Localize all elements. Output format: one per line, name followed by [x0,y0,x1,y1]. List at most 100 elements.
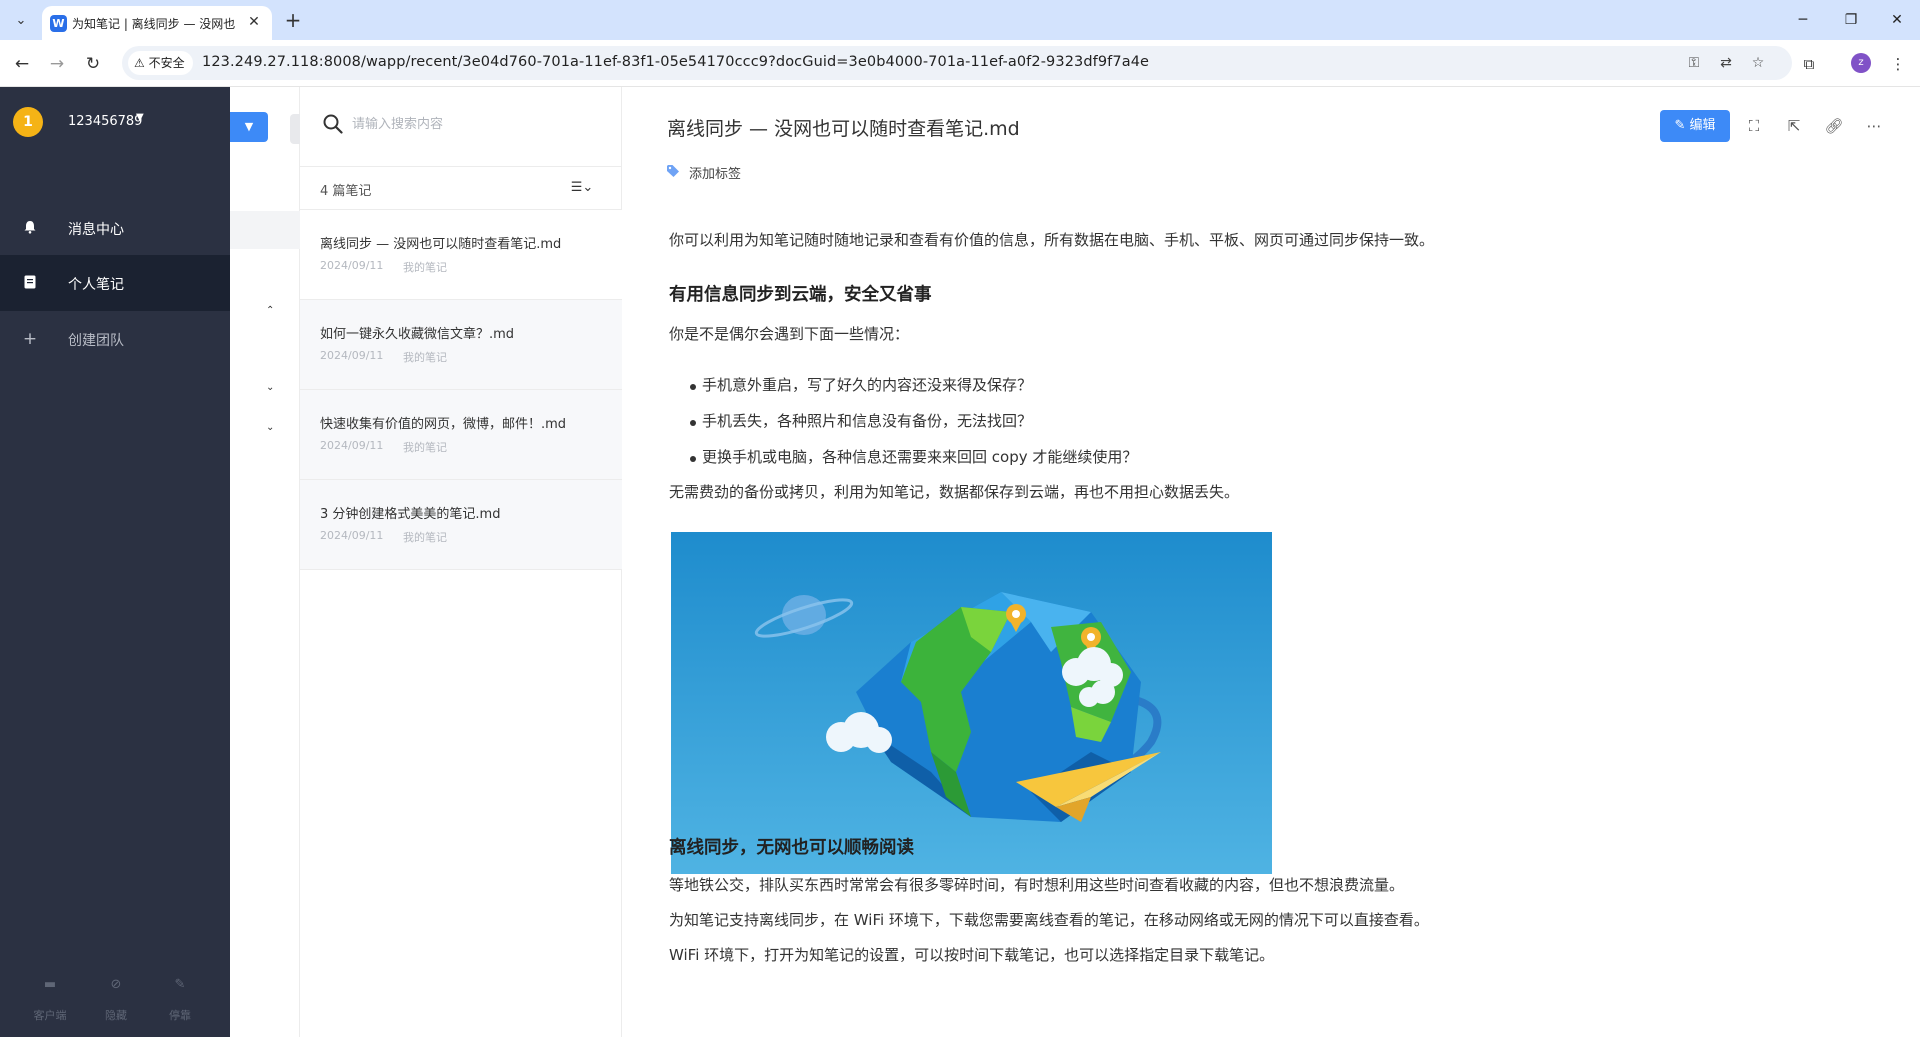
sidebar-bottom-label: 隐藏 [105,1009,127,1022]
note-title: 如何一键永久收藏微信文章？.md [320,327,515,342]
plus-icon: + [22,329,38,349]
folder-dropdown-button[interactable]: ▼ [230,112,268,142]
bell-icon [22,220,38,236]
note-list-item[interactable]: 离线同步 — 没网也可以随时查看笔记.md 2024/09/11 我的笔记 [300,210,622,300]
new-tab-plus-icon[interactable]: + [280,8,306,34]
chevron-down-icon[interactable]: ⌄ [266,382,274,393]
close-window-icon[interactable]: ✕ [1874,0,1920,40]
note-list-item[interactable]: 如何一键永久收藏微信文章？.md 2024/09/11 我的笔记 [300,300,622,390]
user-dropdown-chevron-icon[interactable]: ▼ [136,112,144,123]
add-tag-label[interactable]: 添加标签 [689,163,741,182]
note-folder: 我的笔记 [403,531,447,544]
paragraph: 等地铁公交，排队买东西时常常会有很多零碎时间，有时想利用这些时间查看收藏的内容，… [669,876,1405,894]
sidebar-bottom-label: 客户端 [33,1009,67,1022]
back-arrow-icon[interactable]: ← [9,51,35,77]
more-options-icon[interactable]: ⋯ [1863,115,1885,137]
app-sidebar: 1 123456789 ▼ 消息中心 个人笔记 + 创建团队 ▬ 客户端 ⊘ 隐… [0,87,230,1037]
note-date: 2024/09/11 [320,259,384,272]
note-title: 离线同步 — 没网也可以随时查看笔记.md [320,237,562,252]
list-item: 更换手机或电脑，各种信息还需要来来回回 copy 才能继续使用？ [702,448,1138,466]
restore-icon[interactable]: ❐ [1828,0,1874,40]
bullet-dot [690,456,696,462]
warning-triangle-icon: ⚠ [134,56,145,70]
wiz-favicon-icon: W [50,15,67,32]
search-icon[interactable] [322,113,344,135]
paragraph: WiFi 环境下，打开为知笔记的设置，可以按时间下载笔记，也可以选择指定目录下载… [669,946,1275,964]
desktop-icon: ▬ [43,977,57,992]
sidebar-item-messages[interactable]: 消息中心 [0,200,230,256]
chevron-down-icon[interactable]: ⌄ [266,422,274,433]
sidebar-item-label: 创建团队 [68,333,124,349]
minimize-icon[interactable]: ─ [1780,0,1826,40]
sidebar-dock-button[interactable]: ✎ 停靠 [150,977,210,1023]
list-item: 手机意外重启，写了好久的内容还没来得及保存？ [702,376,1033,394]
translate-icon[interactable]: ⇄ [1716,53,1736,73]
note-list-panel: 4 篇笔记 ☰⌄ 离线同步 — 没网也可以随时查看笔记.md 2024/09/1… [300,87,622,1037]
sidebar-client-button[interactable]: ▬ 客户端 [20,977,80,1023]
note-folder: 我的笔记 [403,351,447,364]
bookmark-star-icon[interactable]: ☆ [1748,53,1768,73]
sidebar-item-create-team[interactable]: + 创建团队 [0,311,230,367]
sidebar-hide-button[interactable]: ⊘ 隐藏 [86,977,146,1023]
paragraph: 为知笔记支持离线同步，在 WiFi 环境下，下载您需要离线查看的笔记，在移动网络… [669,911,1429,929]
pencil-icon: ✎ [1674,118,1686,133]
tab-search-chevron-icon[interactable]: ⌄ [8,8,34,34]
bullet-dot [690,420,696,426]
url-text[interactable]: 123.249.27.118:8008/wapp/recent/3e04d760… [202,54,1149,70]
section-heading: 离线同步，无网也可以顺畅阅读 [669,838,914,858]
edit-label: 编辑 [1689,118,1716,133]
folder-tree-panel: ▼ ⌃ ⌄ ⌄ [230,87,300,1037]
note-folder: 我的笔记 [403,441,447,454]
note-list-item[interactable]: 3 分钟创建格式美美的笔记.md 2024/09/11 我的笔记 [300,480,622,570]
browser-tabstrip: ⌄ W 为知笔记 | 离线同步 — 没网也 ✕ + ─ ❐ ✕ [0,0,1920,40]
document-title: 离线同步 — 没网也可以随时查看笔记.md [667,118,1020,140]
intro-paragraph: 你可以利用为知笔记随时随地记录和查看有价值的信息，所有数据在电脑、手机、平板、网… [669,231,1435,249]
password-key-icon[interactable]: ⚿ [1684,53,1704,73]
sort-menu-icon[interactable]: ☰⌄ [562,177,602,199]
insecure-label: 不安全 [148,56,185,70]
note-list-item[interactable]: 快速收集有价值的网页，微博，邮件！.md 2024/09/11 我的笔记 [300,390,622,480]
profile-avatar[interactable]: z [1851,53,1871,73]
sidebar-item-label: 个人笔记 [68,277,124,293]
link-icon[interactable]: 🔗︎ [1823,115,1845,137]
user-avatar[interactable]: 1 [13,107,43,137]
fullscreen-icon[interactable]: ⛶ [1743,115,1765,137]
note-date: 2024/09/11 [320,439,384,452]
tab-close-icon[interactable]: ✕ [244,12,264,32]
paragraph: 无需费劲的备份或拷贝，利用为知笔记，数据都保存到云端，再也不用担心数据丢失。 [669,483,1240,501]
note-date: 2024/09/11 [320,349,384,362]
note-icon [22,275,38,291]
reload-icon[interactable]: ↻ [80,51,106,77]
paragraph: 你是不是偶尔会遇到下面一些情况： [669,325,910,343]
address-bar[interactable]: ⚠ 不安全 123.249.27.118:8008/wapp/recent/3e… [122,46,1792,80]
sidebar-item-label: 消息中心 [68,222,124,238]
extensions-puzzle-icon[interactable]: ⧉ [1797,52,1821,76]
edit-button[interactable]: ✎ 编辑 [1660,110,1730,142]
note-folder: 我的笔记 [403,261,447,274]
chevron-up-icon[interactable]: ⌃ [266,305,274,316]
note-title: 3 分钟创建格式美美的笔记.md [320,507,501,522]
list-header: 4 篇笔记 ☰⌄ [300,166,622,210]
sidebar-bottom-label: 停靠 [169,1009,191,1022]
eye-off-icon: ⊘ [110,977,122,992]
pin-icon: ✎ [174,977,186,992]
bullet-dot [690,384,696,390]
open-external-icon[interactable]: ⇱ [1783,115,1805,137]
search-input[interactable] [352,111,592,137]
tab-title: 为知笔记 | 离线同步 — 没网也 [72,17,236,31]
browser-menu-icon[interactable]: ⋮ [1886,52,1910,76]
document-view: 离线同步 — 没网也可以随时查看笔记.md ✎ 编辑 ⛶ ⇱ 🔗︎ ⋯ 添加标签… [622,87,1920,1037]
sidebar-item-personal-notes[interactable]: 个人笔记 [0,255,230,311]
note-title: 快速收集有价值的网页，微博，邮件！.md [320,417,567,432]
folder-selected-row[interactable] [230,211,300,249]
username[interactable]: 123456789 [68,114,142,129]
security-indicator[interactable]: ⚠ 不安全 [128,51,193,75]
tag-icon[interactable] [666,164,680,178]
note-date: 2024/09/11 [320,529,384,542]
section-heading: 有用信息同步到云端，安全又省事 [669,285,932,305]
forward-arrow-icon[interactable]: → [44,51,70,77]
note-count: 4 篇笔记 [320,184,372,199]
earth-illustration-image [671,532,1272,874]
browser-tab[interactable]: W 为知笔记 | 离线同步 — 没网也 ✕ [42,6,272,40]
panel-collapse-handle[interactable] [290,114,300,144]
